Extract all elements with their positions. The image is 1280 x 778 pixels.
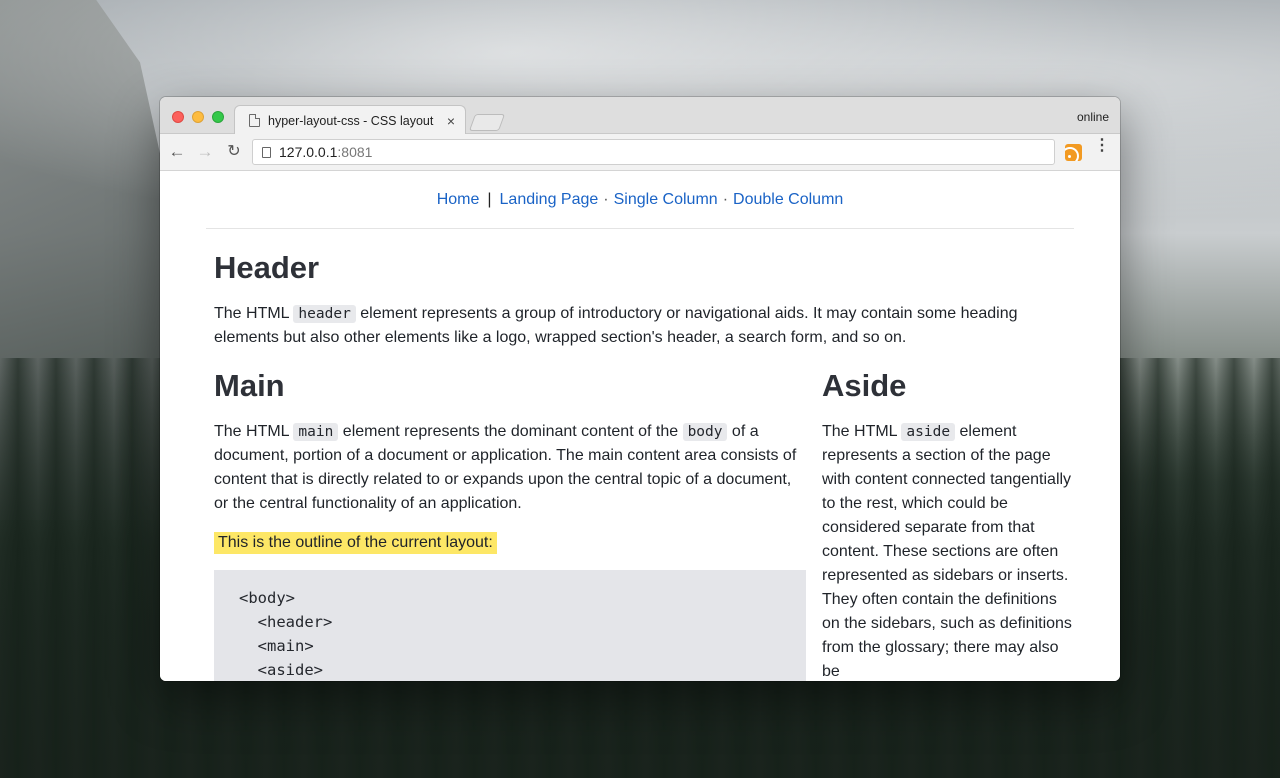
url-host: 127.0.0.1 [279, 144, 338, 160]
layout-outline-code: <body> <header> <main> <aside> [214, 570, 806, 681]
reload-icon[interactable]: ↻ [223, 141, 245, 163]
aside-heading: Aside [822, 368, 907, 403]
site-nav: Home | Landing Page · Single Column · Do… [206, 172, 1074, 229]
header-section: Header The HTML header element represent… [214, 250, 1074, 350]
close-window-button[interactable] [172, 111, 184, 123]
page-icon [262, 146, 271, 158]
nav-dot: · [722, 191, 729, 208]
browser-tab[interactable]: hyper-layout-css - CSS layout × [234, 105, 466, 135]
address-bar[interactable]: 127.0.0.1:8081 [252, 139, 1055, 165]
main-paragraph: The HTML main element represents the dom… [214, 420, 806, 516]
highlighted-note: This is the outline of the current layou… [214, 532, 497, 554]
page-viewport: Home | Landing Page · Single Column · Do… [160, 172, 1120, 681]
tab-close-icon[interactable]: × [447, 114, 455, 128]
nav-separator: | [487, 191, 492, 208]
inline-code: header [293, 305, 356, 323]
inline-code: main [293, 423, 339, 441]
url-port: :8081 [337, 144, 373, 160]
main-heading: Main [214, 368, 285, 403]
aside-paragraph: The HTML aside element represents a sect… [822, 420, 1072, 681]
nav-link-double-column[interactable]: Double Column [733, 191, 843, 209]
header-paragraph: The HTML header element represents a gro… [214, 302, 1074, 350]
outline-line: <body> [239, 589, 295, 607]
document-icon [249, 114, 260, 127]
maximize-window-button[interactable] [212, 111, 224, 123]
url-text: 127.0.0.1:8081 [279, 144, 372, 160]
nav-link-home[interactable]: Home [437, 191, 480, 209]
text: element represents the dominant content … [338, 423, 683, 440]
status-text: online [1076, 110, 1109, 124]
text: The HTML [214, 423, 294, 440]
forward-arrow-icon[interactable]: → [194, 141, 216, 163]
outline-line: <main> [239, 637, 314, 655]
browser-window: hyper-layout-css - CSS layout × online ←… [160, 97, 1120, 681]
tab-title: hyper-layout-css - CSS layout [268, 113, 434, 128]
nav-dot: · [603, 191, 609, 208]
nav-link-landing-page[interactable]: Landing Page [500, 191, 599, 209]
aside-section: Aside The HTML aside element represents … [822, 368, 1072, 681]
new-tab-button[interactable] [468, 114, 506, 131]
more-vert-icon[interactable]: ⋮ [1094, 138, 1110, 163]
nav-link-single-column[interactable]: Single Column [614, 191, 718, 209]
text: The HTML [214, 305, 294, 322]
outline-line: <header> [239, 613, 333, 631]
browser-toolbar: ← → ↻ 127.0.0.1:8081 ⋮ [160, 134, 1120, 171]
rss-icon[interactable] [1065, 144, 1082, 161]
inline-code: aside [901, 423, 956, 441]
outline-line: <aside> [239, 661, 323, 679]
minimize-window-button[interactable] [192, 111, 204, 123]
inline-code: body [682, 423, 728, 441]
text: element represents a section of the page… [822, 423, 1072, 680]
text: The HTML [822, 423, 902, 440]
header-heading: Header [214, 250, 320, 285]
back-arrow-icon[interactable]: ← [166, 141, 188, 163]
main-section: Main The HTML main element represents th… [214, 368, 806, 681]
title-bar: hyper-layout-css - CSS layout × online [160, 97, 1120, 135]
